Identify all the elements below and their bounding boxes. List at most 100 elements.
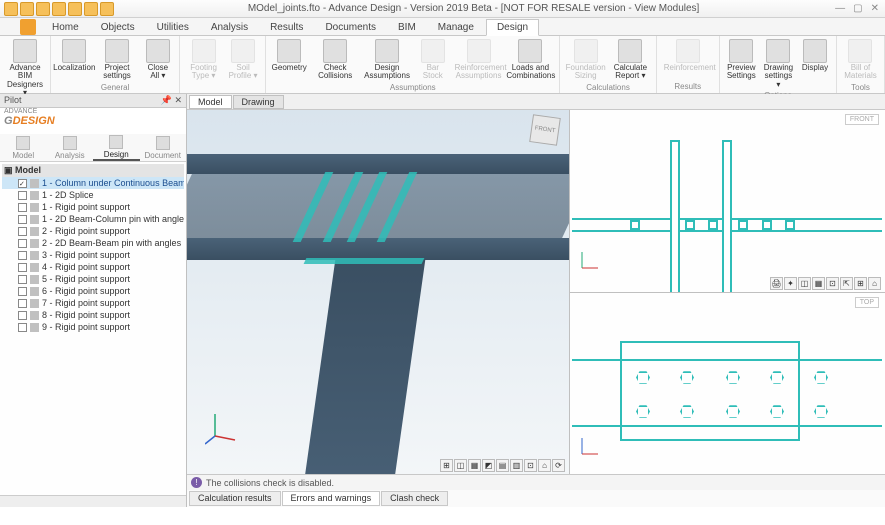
ribbon-button[interactable]: Loads and Combinations — [505, 38, 555, 82]
tree-item-label: 6 - Rigid point support — [42, 286, 130, 296]
checkbox-icon[interactable] — [18, 227, 27, 236]
tree-item[interactable]: 1 - Rigid point support — [2, 201, 184, 213]
tree-item[interactable]: 2 - Rigid point support — [2, 225, 184, 237]
menu-tab-documents[interactable]: Documents — [315, 20, 386, 35]
vp-tool[interactable]: ⇱ — [840, 277, 853, 290]
vp-tool[interactable]: ▦ — [812, 277, 825, 290]
menu-tab-results[interactable]: Results — [260, 20, 313, 35]
vp-tool[interactable]: ⊞ — [854, 277, 867, 290]
pilot-tab-document[interactable]: Document — [140, 134, 187, 161]
vp-tool[interactable]: ▥ — [510, 459, 523, 472]
vp-tool[interactable]: ⊡ — [524, 459, 537, 472]
tree-item-label: 9 - Rigid point support — [42, 322, 130, 332]
checkbox-icon[interactable] — [18, 251, 27, 260]
vp-tool[interactable]: ◩ — [482, 459, 495, 472]
checkbox-icon[interactable] — [18, 179, 27, 188]
vp-tool[interactable]: ⌂ — [868, 277, 881, 290]
ribbon-button[interactable]: Check Collisions — [310, 38, 360, 82]
checkbox-icon[interactable] — [18, 239, 27, 248]
view-tab-model[interactable]: Model — [189, 95, 232, 109]
tree-item[interactable]: 8 - Rigid point support — [2, 309, 184, 321]
pin-icon[interactable]: 📌 ✕ — [161, 95, 182, 106]
pilot-scrollbar[interactable] — [0, 495, 186, 507]
ribbon-button[interactable]: Display — [798, 38, 832, 90]
ribbon-button[interactable]: Design Assumptions — [362, 38, 412, 82]
close-icon[interactable]: ✕ — [871, 3, 879, 14]
top-viewport[interactable]: TOP — [570, 293, 885, 475]
vp-tool[interactable]: ▦ — [468, 459, 481, 472]
pilot-tab-design[interactable]: Design — [93, 134, 140, 161]
ribbon-button[interactable]: Drawing settings ▾ — [761, 38, 796, 90]
vp-tool[interactable]: ◫ — [454, 459, 467, 472]
checkbox-icon[interactable] — [18, 215, 27, 224]
checkbox-icon[interactable] — [18, 191, 27, 200]
ribbon-label: Drawing settings ▾ — [764, 64, 793, 89]
menu-tab-analysis[interactable]: Analysis — [201, 20, 258, 35]
vp-tool[interactable]: ⊡ — [826, 277, 839, 290]
vp-tool[interactable]: ✦ — [784, 277, 797, 290]
checkbox-icon[interactable] — [18, 203, 27, 212]
qat-button[interactable] — [84, 2, 98, 16]
ribbon-button[interactable]: Close All ▾ — [141, 38, 176, 82]
vp-tool[interactable]: ◫ — [798, 277, 811, 290]
qat-button[interactable] — [52, 2, 66, 16]
menu-tab-bim[interactable]: BIM — [388, 20, 426, 35]
qat-button[interactable] — [20, 2, 34, 16]
checkbox-icon[interactable] — [18, 311, 27, 320]
tree-item-label: 1 - 2D Beam-Column pin with angles — [42, 214, 184, 224]
checkbox-icon[interactable] — [18, 275, 27, 284]
bottom-tab[interactable]: Clash check — [381, 491, 448, 506]
bottom-tab[interactable]: Calculation results — [189, 491, 281, 506]
tree-item[interactable]: 5 - Rigid point support — [2, 273, 184, 285]
tree-node-icon — [30, 251, 39, 260]
viewport-toolbar-front: 🖨 ✦ ◫ ▦ ⊡ ⇱ ⊞ ⌂ — [770, 277, 881, 290]
vp-tool[interactable]: ⟳ — [552, 459, 565, 472]
tree-item[interactable]: 6 - Rigid point support — [2, 285, 184, 297]
app-button[interactable] — [20, 19, 36, 35]
vp-tool[interactable]: ⌂ — [538, 459, 551, 472]
bottom-tab[interactable]: Errors and warnings — [282, 491, 381, 506]
qat-button[interactable] — [36, 2, 50, 16]
menu-tab-design[interactable]: Design — [486, 19, 539, 36]
tree-item[interactable]: 9 - Rigid point support — [2, 321, 184, 333]
checkbox-icon[interactable] — [18, 299, 27, 308]
checkbox-icon[interactable] — [18, 323, 27, 332]
view-tab-drawing[interactable]: Drawing — [233, 95, 284, 109]
tree-item[interactable]: 3 - Rigid point support — [2, 249, 184, 261]
tree-item[interactable]: 1 - Column under Continuous Beam fixed c… — [2, 177, 184, 189]
ribbon-button[interactable]: Preview Settings — [724, 38, 759, 90]
front-viewport[interactable]: FRONT 🖨 ✦ — [570, 110, 885, 293]
tree-root[interactable]: ▣ Model — [2, 164, 184, 177]
checkbox-icon[interactable] — [18, 263, 27, 272]
pilot-tab-analysis[interactable]: Analysis — [47, 134, 94, 161]
3d-viewport[interactable]: FRONT ⊞ ◫ ▦ ◩ ▤ ▥ ⊡ ⌂ ⟳ — [187, 110, 570, 474]
qat-button[interactable] — [100, 2, 114, 16]
axes-gizmo — [576, 436, 600, 460]
tree-item[interactable]: 4 - Rigid point support — [2, 261, 184, 273]
vp-tool[interactable]: ▤ — [496, 459, 509, 472]
maximize-icon[interactable]: ▢ — [853, 3, 862, 14]
pilot-tab-model[interactable]: Model — [0, 134, 47, 161]
menu-tab-manage[interactable]: Manage — [428, 20, 484, 35]
bottom-tabs: Calculation resultsErrors and warningsCl… — [187, 490, 885, 507]
ribbon-button[interactable]: Project settings — [96, 38, 139, 82]
menu-tab-utilities[interactable]: Utilities — [147, 20, 199, 35]
ribbon-button[interactable]: Geometry — [270, 38, 308, 82]
vp-tool[interactable]: 🖨 — [770, 277, 783, 290]
tree-item[interactable]: 7 - Rigid point support — [2, 297, 184, 309]
tree-item[interactable]: 1 - 2D Splice — [2, 189, 184, 201]
checkbox-icon[interactable] — [18, 287, 27, 296]
ribbon-button[interactable]: Calculate Report ▾ — [609, 38, 652, 82]
qat-button[interactable] — [68, 2, 82, 16]
minimize-icon[interactable]: — — [835, 3, 845, 14]
ribbon-button[interactable]: Localization — [55, 38, 94, 82]
menu-tab-home[interactable]: Home — [42, 20, 89, 35]
menu-tab-objects[interactable]: Objects — [91, 20, 145, 35]
view-cube[interactable]: FRONT — [529, 114, 561, 146]
ribbon-button[interactable]: Advance BIM Designers ▾ — [4, 38, 46, 99]
vp-tool[interactable]: ⊞ — [440, 459, 453, 472]
ribbon-label: Geometry — [272, 64, 307, 72]
tree-item[interactable]: 2 - 2D Beam-Beam pin with angles — [2, 237, 184, 249]
tree-item[interactable]: 1 - 2D Beam-Column pin with angles — [2, 213, 184, 225]
qat-button[interactable] — [4, 2, 18, 16]
